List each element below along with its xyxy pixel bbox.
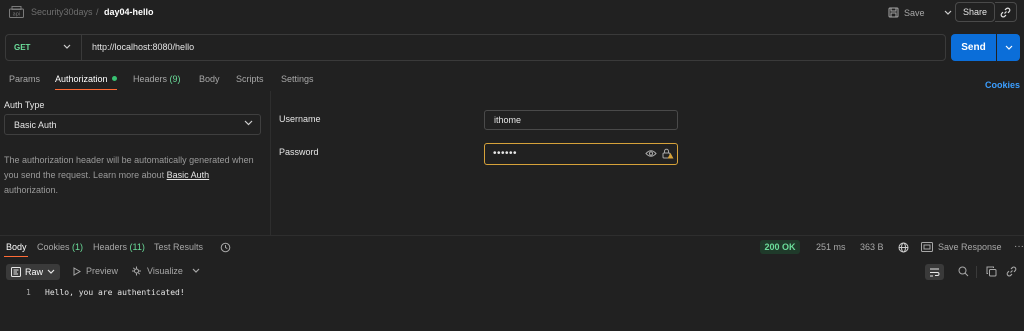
lock-warning-icon[interactable] [662, 148, 674, 159]
tab-authorization[interactable]: Authorization [55, 74, 108, 84]
copy-icon[interactable] [986, 266, 997, 277]
code-icon [11, 267, 21, 277]
response-tab-cookies-label: Cookies [37, 242, 70, 252]
tab-headers[interactable]: Headers (9) [133, 74, 181, 84]
more-options-button[interactable]: ··· [1014, 241, 1024, 252]
response-tab-body[interactable]: Body [6, 242, 27, 252]
response-tab-test-results[interactable]: Test Results [154, 242, 203, 252]
preview-button[interactable]: Preview [73, 266, 118, 276]
panel-divider [270, 91, 271, 236]
eye-icon[interactable] [645, 149, 657, 158]
link-icon[interactable] [1006, 266, 1017, 277]
basic-auth-link[interactable]: Basic Auth [167, 170, 210, 180]
chevron-down-icon[interactable] [63, 44, 71, 50]
response-tab-cookies[interactable]: Cookies (1) [37, 242, 83, 252]
response-tab-cookies-count: (1) [72, 242, 84, 252]
chevron-down-icon [1005, 45, 1013, 51]
copy-link-button[interactable] [995, 2, 1017, 22]
auth-type-value: Basic Auth [14, 120, 57, 130]
url-input[interactable]: http://localhost:8080/hello [92, 42, 194, 52]
status-badge[interactable]: 200 OK [760, 240, 800, 254]
tab-headers-label: Headers [133, 74, 168, 84]
chevron-down-icon[interactable] [192, 268, 200, 274]
save-label: Save [904, 7, 925, 18]
auth-description: The authorization header will be automat… [4, 153, 269, 198]
visualize-button[interactable]: Visualize [131, 266, 183, 276]
svg-text:api: api [13, 12, 21, 18]
tab-scripts[interactable]: Scripts [236, 74, 264, 84]
chevron-down-icon [244, 120, 253, 126]
breadcrumb-parent[interactable]: Security30days [31, 7, 93, 17]
password-label: Password [279, 147, 319, 157]
search-icon[interactable] [958, 266, 969, 277]
globe-icon[interactable] [898, 242, 909, 253]
visualize-label: Visualize [147, 266, 183, 276]
save-response-icon [921, 242, 933, 252]
tab-body[interactable]: Body [199, 74, 220, 84]
response-size[interactable]: 363 B [860, 242, 884, 252]
save-response-button[interactable]: Save Response [938, 242, 1002, 252]
wrap-lines-icon [929, 268, 940, 277]
chevron-down-icon [47, 269, 55, 275]
divider [81, 35, 82, 60]
send-label: Send [961, 42, 986, 53]
wrap-lines-button[interactable] [925, 264, 944, 280]
workspace-icon: api [9, 6, 24, 18]
method-select[interactable]: GET [14, 43, 30, 52]
cookies-link[interactable]: Cookies [985, 80, 1020, 90]
response-tab-headers[interactable]: Headers (11) [93, 242, 145, 252]
auth-description-end: authorization. [4, 185, 59, 195]
response-body-line: Hello, you are authenticated! [45, 288, 185, 297]
username-value: ithome [494, 115, 522, 125]
active-tab-underline [4, 256, 28, 257]
send-button[interactable]: Send [951, 34, 996, 61]
view-mode-value: Raw [25, 267, 44, 277]
share-button[interactable]: Share [955, 2, 995, 22]
view-mode-select[interactable]: Raw [6, 264, 60, 280]
auth-type-label: Auth Type [4, 100, 45, 110]
tab-headers-count: (9) [169, 74, 181, 84]
history-icon[interactable] [220, 242, 231, 253]
breadcrumb-current[interactable]: day04-hello [104, 7, 154, 17]
chevron-down-icon[interactable] [944, 10, 952, 16]
send-dropdown-button[interactable] [997, 34, 1020, 61]
link-icon [1000, 7, 1011, 18]
preview-label: Preview [86, 266, 119, 276]
response-tab-headers-count: (11) [129, 242, 145, 252]
response-time[interactable]: 251 ms [816, 242, 846, 252]
tab-params[interactable]: Params [9, 74, 40, 84]
visualize-icon [131, 266, 142, 276]
response-tab-headers-label: Headers [93, 242, 128, 252]
toolbar-divider [976, 266, 977, 278]
save-button[interactable]: Save [888, 4, 951, 21]
line-number: 1 [26, 288, 31, 297]
response-divider [0, 235, 1024, 236]
share-label: Share [962, 7, 988, 17]
breadcrumb-separator: / [96, 7, 99, 17]
save-icon [888, 7, 899, 18]
tab-settings[interactable]: Settings [281, 74, 314, 84]
password-value: •••••• [493, 148, 518, 159]
active-tab-underline [55, 89, 117, 90]
auth-description-text: The authorization header will be automat… [4, 155, 254, 180]
play-icon [73, 266, 81, 276]
active-indicator-dot [112, 76, 117, 81]
username-label: Username [279, 114, 321, 124]
